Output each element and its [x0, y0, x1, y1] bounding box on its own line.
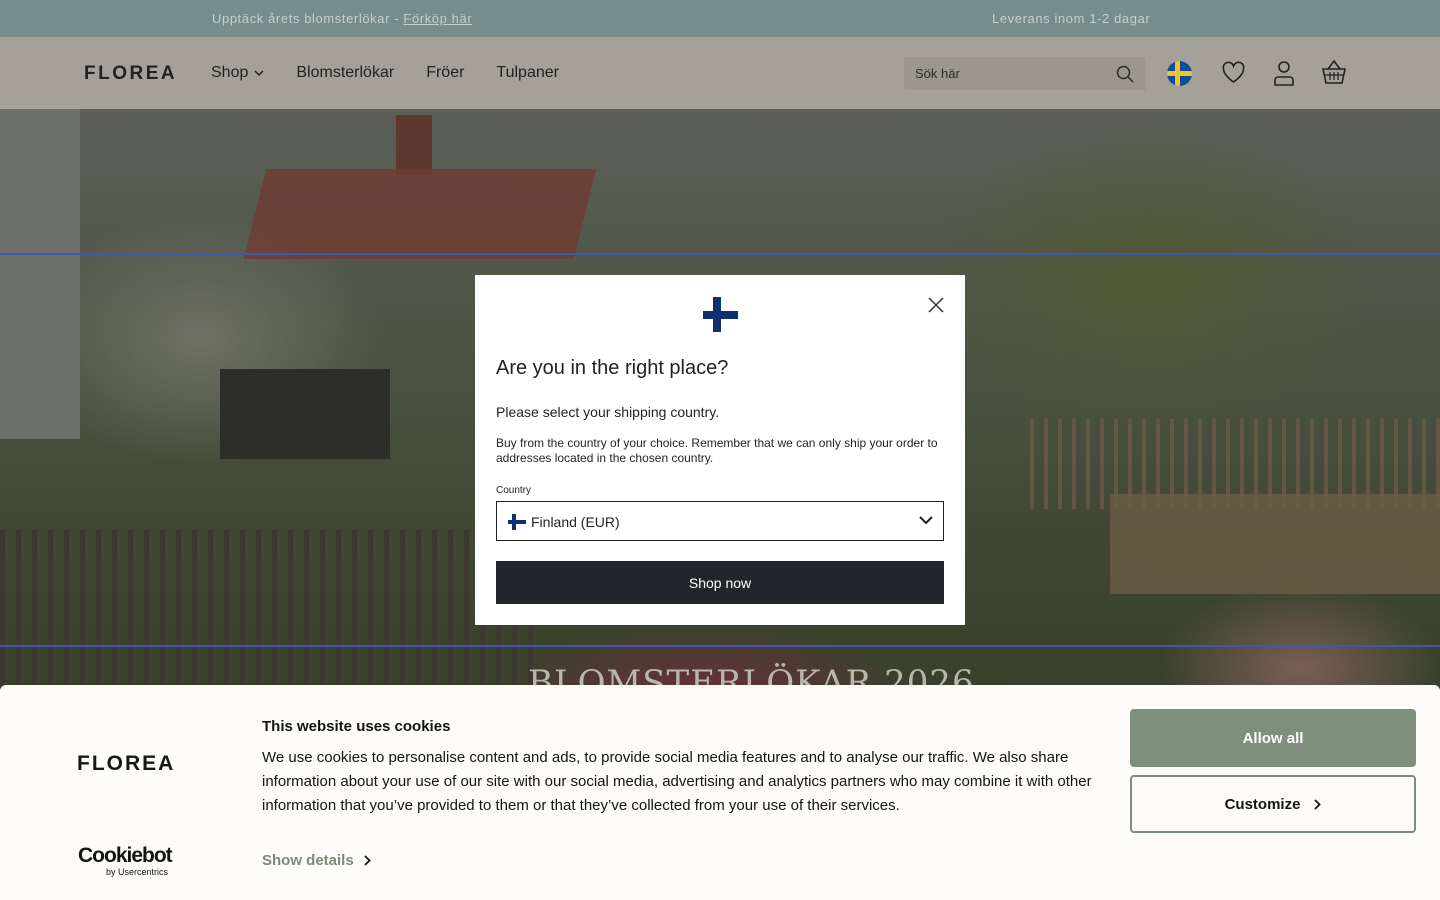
customize-button[interactable]: Customize: [1130, 775, 1416, 833]
country-label: Country: [496, 485, 532, 496]
heart-icon[interactable]: [1221, 61, 1246, 84]
basket-icon[interactable]: [1321, 59, 1347, 85]
user-icon[interactable]: [1273, 60, 1295, 86]
cookiebot-logo[interactable]: Cookiebot by Usercentrics: [78, 844, 173, 878]
finland-flag-icon: [508, 514, 526, 530]
chevron-right-icon: [364, 855, 371, 866]
selected-country: Finland (EUR): [531, 514, 620, 530]
show-details-label: Show details: [262, 852, 354, 869]
nav-item-blomsterlokar[interactable]: Blomsterlökar: [296, 64, 394, 82]
divider-line: [0, 645, 1440, 647]
finland-flag-icon: [703, 297, 738, 332]
preorder-link[interactable]: Förköp här: [403, 11, 472, 26]
modal-title: Are you in the right place?: [496, 357, 729, 379]
sweden-flag-icon[interactable]: [1167, 61, 1192, 86]
nav-item-shop[interactable]: Shop: [211, 64, 264, 82]
cookie-banner-logo: FLOREA: [77, 752, 176, 775]
shop-now-button[interactable]: Shop now: [496, 561, 944, 604]
hero-house-side: [0, 109, 80, 439]
announcement-bar: Upptäck årets blomsterlökar - Förköp här…: [0, 0, 1440, 37]
country-modal: Are you in the right place? Please selec…: [475, 275, 965, 625]
delivery-info: Leverans inom 1-2 dagar: [992, 11, 1151, 26]
site-logo[interactable]: FLOREA: [84, 63, 177, 85]
cookie-title: This website uses cookies: [262, 718, 451, 735]
chevron-right-icon: [1314, 798, 1322, 810]
search-input[interactable]: Sök här: [915, 66, 960, 81]
search-icon[interactable]: [1116, 65, 1134, 83]
hero-roof: [243, 169, 597, 259]
hero-raised-beds: [1110, 494, 1440, 594]
customize-label: Customize: [1224, 795, 1301, 813]
cookiebot-sub: by Usercentrics: [106, 867, 169, 877]
main-nav: Shop Blomsterlökar Fröer Tulpaner: [211, 64, 559, 82]
modal-description: Buy from the country of your choice. Rem…: [496, 436, 938, 465]
site-header: FLOREA Shop Blomsterlökar Fröer Tulpaner…: [0, 37, 1440, 109]
nav-item-tulpaner[interactable]: Tulpaner: [496, 64, 559, 82]
close-icon[interactable]: [926, 295, 946, 315]
cookiebot-name: Cookiebot: [78, 844, 173, 867]
search-box[interactable]: Sök här: [904, 57, 1146, 90]
country-select[interactable]: Finland (EUR): [496, 501, 944, 541]
modal-subtitle: Please select your shipping country.: [496, 404, 720, 420]
chevron-down-icon: [919, 516, 933, 525]
cookie-banner: FLOREA Cookiebot by Usercentrics This we…: [0, 685, 1440, 900]
allow-all-button[interactable]: Allow all: [1130, 709, 1416, 767]
cookie-body: We use cookies to personalise content an…: [262, 749, 1092, 814]
announcement-text: Upptäck årets blomsterlökar -: [212, 11, 404, 26]
show-details-button[interactable]: Show details: [262, 852, 371, 869]
hero-chimney: [396, 115, 432, 175]
chevron-down-icon: [254, 69, 264, 76]
hero-shed: [220, 369, 390, 459]
nav-item-froer[interactable]: Fröer: [426, 64, 464, 82]
divider-line: [0, 253, 1440, 255]
announcement-left: Upptäck årets blomsterlökar - Förköp här: [212, 11, 472, 26]
nav-label: Shop: [211, 64, 249, 81]
